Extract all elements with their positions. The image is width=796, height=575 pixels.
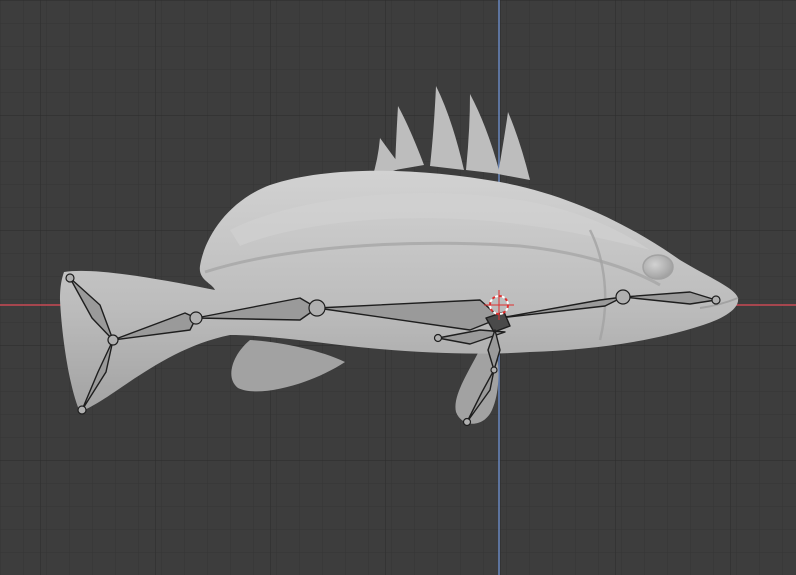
- 3d-viewport[interactable]: [0, 0, 796, 575]
- joint-pectoral-tip[interactable]: [433, 333, 443, 343]
- fish-eye: [642, 254, 674, 280]
- joint-pelvic-tip[interactable]: [462, 417, 472, 427]
- joint-spine-2[interactable]: [308, 299, 326, 317]
- joint-tail-top[interactable]: [65, 273, 75, 283]
- joint-spine-4[interactable]: [615, 289, 631, 305]
- joint-pelvic-mid[interactable]: [490, 366, 498, 374]
- joint-tail-bottom[interactable]: [77, 405, 87, 415]
- joint-head-tip[interactable]: [711, 295, 721, 305]
- viewport-canvas[interactable]: [0, 0, 796, 575]
- joint-tail-root[interactable]: [107, 334, 119, 346]
- joint-spine-1[interactable]: [189, 311, 203, 325]
